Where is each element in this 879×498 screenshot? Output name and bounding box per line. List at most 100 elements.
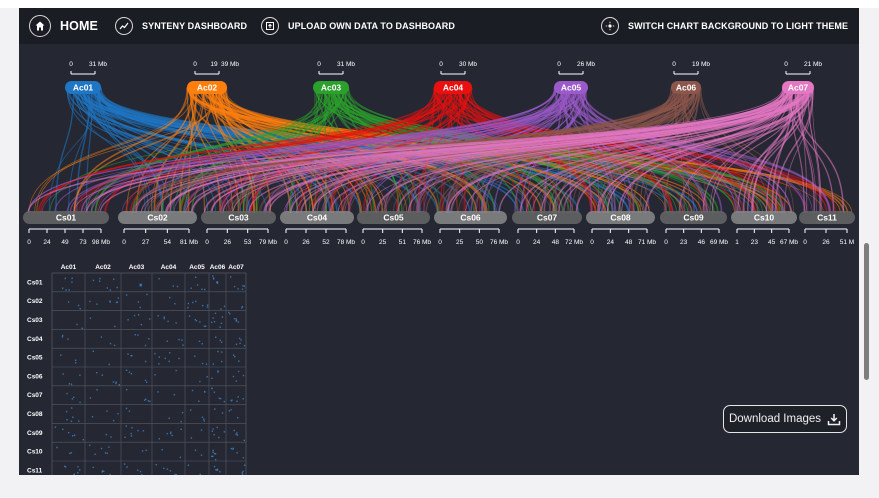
dotplot-point	[65, 410, 68, 413]
dotplot-point	[123, 463, 126, 465]
dotplot-point	[125, 425, 127, 427]
dotplot-point	[139, 306, 141, 309]
nav-upload-data-link[interactable]: UPLOAD OWN DATA TO DASHBOARD	[261, 8, 455, 44]
axis-tick-label: 26	[302, 239, 310, 246]
dotplot-point	[155, 464, 157, 466]
dotplot-point	[192, 301, 194, 304]
dotplot-point	[130, 435, 133, 437]
dotplot-point	[170, 431, 172, 433]
dotplot-point	[221, 341, 223, 343]
dotplot-point	[214, 312, 217, 315]
axis-tick-label: 25	[456, 239, 464, 246]
dotplot-point	[66, 419, 68, 421]
dotplot-point	[67, 338, 69, 340]
dotplot-point	[68, 289, 70, 291]
dotplot-point	[56, 446, 58, 449]
dotplot-point	[178, 339, 180, 341]
dotplot-point	[230, 447, 233, 450]
chromosome-label-Ac02: Ac02	[197, 83, 218, 93]
dotplot-point	[167, 320, 169, 323]
dotplot-point	[137, 429, 139, 432]
dotplot-point	[147, 400, 150, 402]
dotplot-point	[96, 389, 98, 391]
nav-home-link[interactable]: HOME	[29, 8, 98, 44]
dotplot-point	[181, 339, 183, 341]
dotplot-point	[201, 362, 204, 365]
axis-tick-label: 73	[79, 239, 87, 246]
dotplot-point	[213, 452, 216, 455]
dotplot-point	[137, 469, 139, 471]
dotplot-point	[175, 322, 177, 324]
axis-tick-label: 0	[284, 239, 288, 246]
dotplot-point	[214, 458, 217, 461]
axis-tick-label: 0	[438, 239, 442, 246]
dotplot-point	[179, 456, 182, 459]
page-scrollbar[interactable]	[861, 8, 871, 475]
scale-tick-label: 0	[193, 61, 197, 68]
dotplot-point	[92, 279, 95, 282]
dotplot-point	[217, 371, 219, 373]
dotplot-point	[145, 449, 147, 451]
sun-icon	[601, 17, 619, 35]
dotplot-point	[157, 315, 159, 317]
scale-tick-label: 31 Mb	[337, 61, 355, 68]
dotplot-column-label: Ac07	[228, 264, 244, 271]
dotplot-row-label: Cs11	[27, 467, 43, 474]
dotplot-point	[233, 285, 236, 288]
dotplot-point	[126, 388, 128, 391]
dotplot-point	[194, 449, 197, 451]
dotplot-point	[240, 339, 242, 341]
dotplot-point	[89, 300, 91, 303]
dotplot-point	[106, 452, 108, 454]
axis-tick-label: 27	[142, 239, 150, 246]
dotplot-point	[219, 326, 221, 328]
scrollbar-thumb[interactable]	[864, 243, 869, 380]
dotplot-point	[228, 311, 230, 314]
navbar: HOME SYNTENY DASHBOARD UPLOAD OWN DATA T…	[19, 8, 859, 44]
scale-tick-label: 0	[317, 61, 321, 68]
scale-tick-label: 30 Mb	[459, 61, 477, 68]
dotplot-point	[237, 396, 239, 398]
dotplot-point	[216, 282, 219, 284]
axis-tick-label: 76 Mb	[490, 239, 508, 246]
axis-tick-label: 69 Mb	[710, 239, 728, 246]
dotplot-point	[140, 285, 142, 287]
dotplot-point	[115, 382, 117, 385]
dotplot-point	[168, 417, 170, 419]
dotplot-point	[204, 390, 206, 393]
dotplot-point	[124, 436, 126, 438]
dotplot-point	[220, 308, 222, 310]
scale-tick-label: 0	[784, 61, 788, 68]
dotplot-point	[190, 437, 193, 439]
axis-tick-label: 72 Mb	[565, 239, 583, 246]
dotplot-point	[166, 432, 168, 435]
dotplot-point	[203, 325, 206, 327]
download-images-button[interactable]: Download Images	[723, 405, 847, 433]
dotplot-point	[206, 376, 208, 378]
dotplot-point	[113, 278, 115, 280]
nav-synteny-dashboard-link[interactable]: SYNTENY DASHBOARD	[115, 8, 247, 44]
dotplot-point	[69, 452, 71, 454]
dotplot-point	[79, 308, 81, 310]
nav-home-label: HOME	[60, 19, 98, 33]
dotplot-point	[216, 426, 218, 429]
chromosome-label-Cs11: Cs11	[817, 213, 837, 223]
scale-tick-label: 31 Mb	[89, 61, 107, 68]
dotplot-point	[127, 319, 129, 321]
dotplot-point	[79, 469, 81, 471]
dotplot-point	[141, 450, 144, 452]
axis-tick-label: 0	[516, 239, 520, 246]
theme-toggle-link[interactable]: SWITCH CHART BACKGROUND TO LIGHT THEME	[601, 8, 848, 44]
app-container: HOME SYNTENY DASHBOARD UPLOAD OWN DATA T…	[19, 8, 859, 475]
axis-tick-label: 51 M	[840, 239, 854, 246]
dotplot-point	[96, 303, 98, 305]
dotplot-point	[195, 320, 198, 322]
dotplot-point	[164, 357, 166, 360]
dotplot-point	[190, 409, 192, 411]
dotplot-point	[201, 416, 204, 418]
dotplot-grid	[51, 272, 247, 475]
dotplot-point	[219, 397, 222, 400]
dotplot-point	[91, 416, 94, 418]
dotplot-point	[172, 285, 174, 287]
dotplot-point	[54, 426, 57, 428]
